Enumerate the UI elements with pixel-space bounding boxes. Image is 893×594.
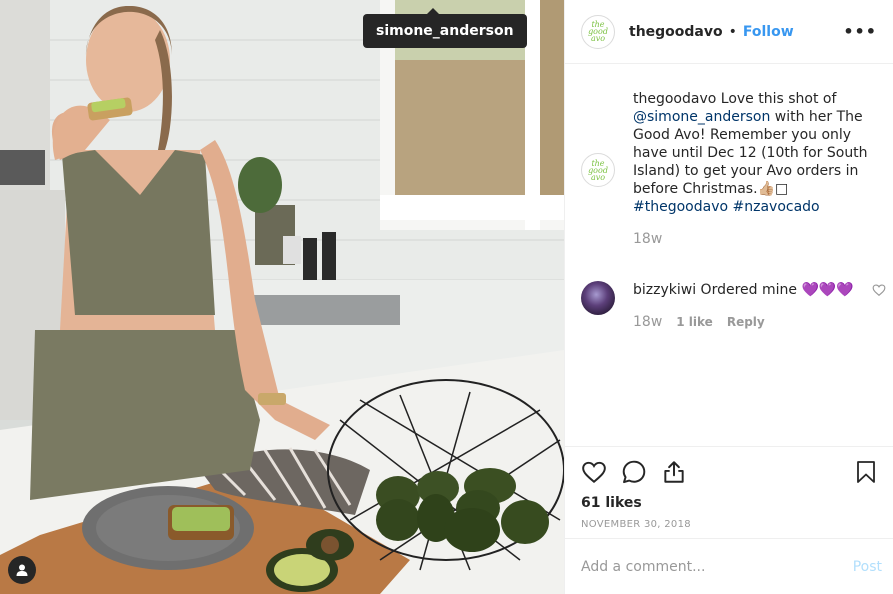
caption-mention-link[interactable]: @simone_anderson: [633, 109, 770, 125]
comment-like-icon[interactable]: [872, 283, 886, 297]
post-comment-button[interactable]: Post: [853, 559, 882, 575]
tag-user-icon[interactable]: [8, 556, 36, 584]
likes-count[interactable]: 61 likes: [581, 495, 878, 511]
add-comment-bar: Post: [565, 538, 893, 594]
tagged-user-tooltip[interactable]: simone_anderson: [363, 8, 527, 48]
post-actions: 61 likes NOVEMBER 30, 2018: [565, 446, 893, 530]
follow-button[interactable]: Follow: [743, 24, 794, 40]
comment-likes[interactable]: 1 like: [676, 315, 713, 329]
header-separator: •: [728, 23, 737, 40]
caption-text: thegoodavo Love this shot of @simone_and…: [633, 90, 878, 216]
more-options-icon[interactable]: •••: [843, 22, 877, 41]
logo-text: the good avo: [588, 158, 608, 182]
comment-input[interactable]: [581, 558, 853, 575]
comment-icon[interactable]: [621, 459, 647, 485]
photo-scene: [0, 0, 564, 594]
comment-username[interactable]: bizzykiwi: [633, 282, 696, 298]
comments-list[interactable]: the good avo thegoodavo Love this shot o…: [565, 65, 893, 445]
caption-username[interactable]: thegoodavo: [633, 91, 716, 107]
bookmark-icon[interactable]: [854, 459, 878, 485]
commenter-avatar[interactable]: [581, 281, 615, 315]
heart-icon[interactable]: [581, 459, 607, 485]
caption-avatar[interactable]: the good avo: [581, 153, 615, 187]
comment-item: bizzykiwi Ordered mine 💜💜💜 18w 1 like Re…: [565, 271, 893, 330]
reply-button[interactable]: Reply: [727, 315, 765, 329]
post-header: the good avo thegoodavo • Follow •••: [565, 0, 893, 64]
comment-text: bizzykiwi Ordered mine 💜💜💜: [633, 271, 878, 299]
header-username[interactable]: thegoodavo: [629, 24, 723, 40]
logo-text: the good avo: [588, 20, 608, 43]
post-side-panel: the good avo thegoodavo • Follow ••• the…: [564, 0, 893, 594]
post-date[interactable]: NOVEMBER 30, 2018: [581, 519, 878, 530]
caption-body-1: Love this shot of: [716, 91, 837, 107]
hashtag-link[interactable]: #nzavocado: [733, 199, 820, 215]
hashtag-link[interactable]: #thegoodavo: [633, 199, 728, 215]
comment-body: Ordered mine 💜💜💜: [696, 282, 854, 298]
comment-timestamp[interactable]: 18w: [633, 314, 662, 330]
share-icon[interactable]: [661, 459, 687, 485]
caption-meta: 18w: [633, 231, 878, 247]
comment-meta: 18w 1 like Reply: [633, 314, 878, 330]
account-avatar[interactable]: the good avo: [581, 14, 615, 49]
post-photo[interactable]: simone_anderson: [0, 0, 564, 594]
caption: the good avo thegoodavo Love this shot o…: [565, 65, 893, 247]
caption-timestamp[interactable]: 18w: [633, 231, 662, 247]
person-icon: [16, 564, 28, 576]
action-icons: [581, 447, 878, 497]
